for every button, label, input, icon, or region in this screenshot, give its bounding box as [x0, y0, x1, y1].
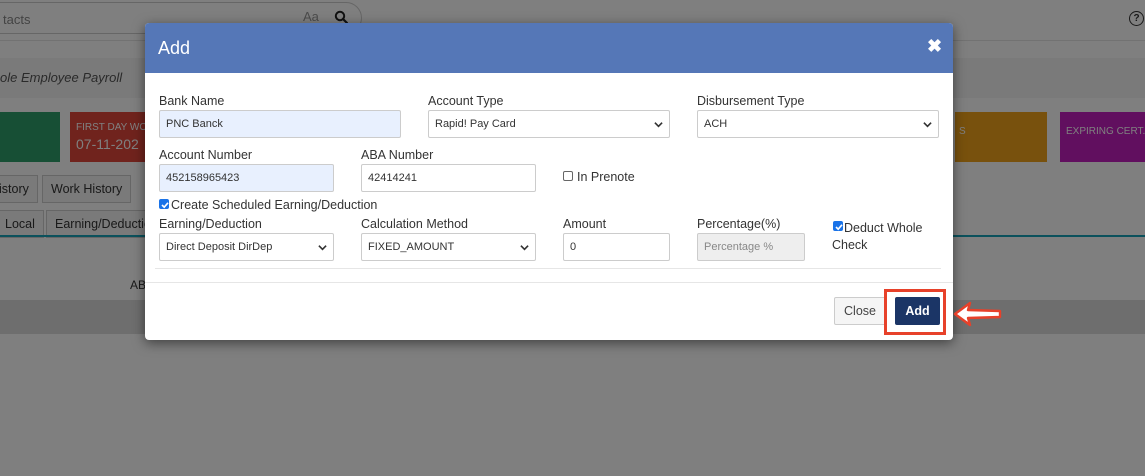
earning-deduction-select[interactable]: Direct Deposit DirDep: [159, 233, 334, 261]
bank-name-input[interactable]: [159, 110, 401, 138]
account-type-select[interactable]: Rapid! Pay Card: [428, 110, 670, 138]
amount-input[interactable]: [563, 233, 670, 261]
add-button-highlight: [884, 289, 946, 335]
modal-title: Add: [158, 38, 191, 58]
disbursement-type-select[interactable]: ACH: [697, 110, 939, 138]
amount-label: Amount: [563, 217, 607, 231]
account-number-label: Account Number: [159, 148, 253, 162]
disbursement-type-value: ACH: [704, 118, 728, 130]
account-number-input[interactable]: [159, 164, 334, 192]
calculation-method-value: FIXED_AMOUNT: [368, 241, 455, 253]
chevron-down-icon: [520, 245, 529, 251]
aba-number-input[interactable]: [361, 164, 536, 192]
earning-deduction-value: Direct Deposit DirDep: [166, 241, 273, 253]
create-scheduled-checkbox[interactable]: [159, 199, 169, 209]
earning-deduction-label: Earning/Deduction: [159, 217, 262, 231]
chevron-down-icon: [923, 122, 932, 128]
calculation-method-select[interactable]: FIXED_AMOUNT: [361, 233, 536, 261]
chevron-down-icon: [318, 245, 327, 251]
account-type-value: Rapid! Pay Card: [435, 118, 516, 130]
checkmark-icon: [161, 202, 169, 209]
bank-name-label: Bank Name: [159, 94, 225, 108]
modal-header: Add ✖: [145, 23, 953, 73]
checkmark-icon: [835, 224, 843, 231]
chevron-down-icon: [654, 122, 663, 128]
pointer-arrow-icon: [953, 301, 1002, 327]
in-prenote-label: In Prenote: [577, 170, 635, 184]
aba-number-label: ABA Number: [361, 148, 434, 162]
close-button[interactable]: Close: [834, 297, 886, 325]
account-type-label: Account Type: [428, 94, 504, 108]
deduct-whole-check-label-line2: Check: [832, 238, 868, 252]
percentage-input[interactable]: [697, 233, 805, 261]
percentage-label: Percentage(%): [697, 217, 781, 231]
add-bank-account-modal: Add ✖ Bank Name Account Type Rapid! Pay …: [145, 23, 953, 340]
create-scheduled-label: Create Scheduled Earning/Deduction: [171, 198, 378, 212]
footer-divider: [145, 282, 953, 283]
close-icon[interactable]: ✖: [927, 36, 942, 57]
deduct-whole-check-checkbox[interactable]: [833, 221, 843, 231]
calculation-method-label: Calculation Method: [361, 217, 469, 231]
disbursement-type-label: Disbursement Type: [697, 94, 805, 108]
deduct-whole-check-label: Deduct Whole: [844, 221, 923, 235]
in-prenote-checkbox[interactable]: [563, 171, 573, 181]
form-divider: [155, 268, 941, 269]
